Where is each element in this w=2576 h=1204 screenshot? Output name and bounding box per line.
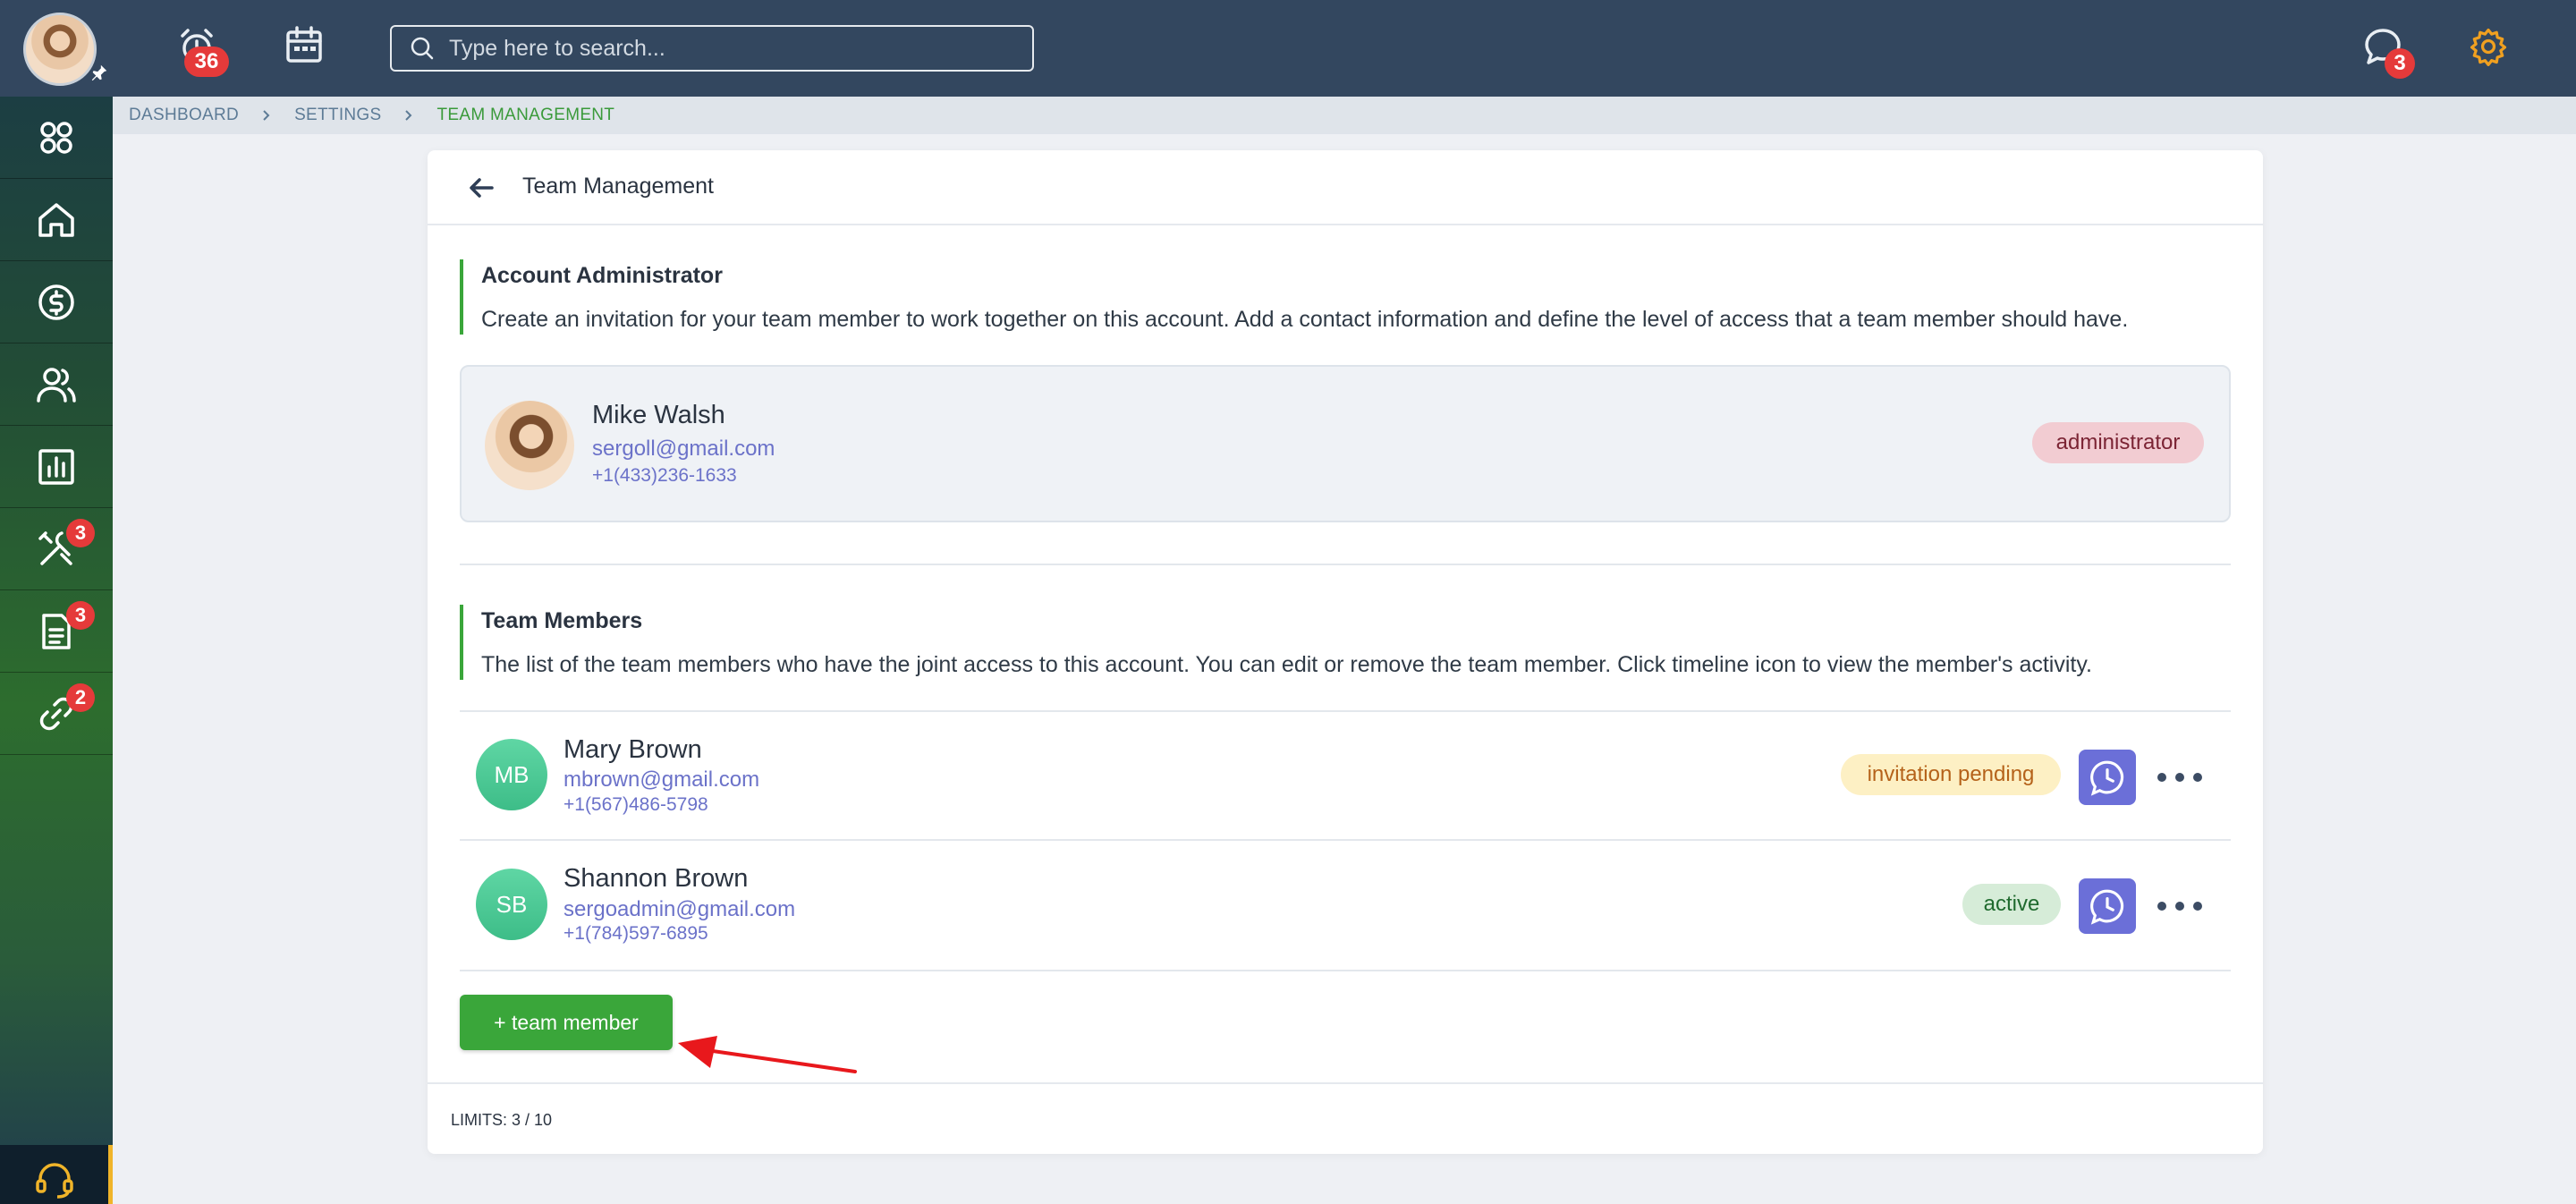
admin-section-header: Account Administrator Create an invitati… [460, 259, 2231, 335]
search-input[interactable] [449, 35, 1004, 62]
home-icon [38, 202, 74, 237]
members-section-header: Team Members The list of the team member… [460, 605, 2231, 680]
top-bar: 36 3 [0, 0, 2576, 97]
messages-button[interactable]: 3 [2361, 25, 2415, 79]
sidebar-item-billing[interactable] [0, 261, 113, 343]
member-initials-avatar: SB [476, 869, 547, 940]
messages-count-badge: 3 [2385, 48, 2415, 79]
section-divider [460, 564, 2231, 565]
admin-phone: +1(433)236-1633 [592, 465, 737, 486]
members-section-description: The list of the team members who have th… [481, 652, 2092, 677]
dollar-icon [38, 284, 74, 320]
links-count-badge: 2 [66, 683, 95, 712]
admin-avatar [485, 401, 574, 490]
users-icon [37, 367, 76, 403]
admin-email[interactable]: sergoll@gmail.com [592, 437, 775, 462]
breadcrumb-team-management: TEAM MANAGEMENT [436, 106, 615, 124]
members-section-title: Team Members [481, 608, 643, 633]
dot-icon [2193, 773, 2202, 782]
limits-text: LIMITS: 3 / 10 [451, 1111, 553, 1129]
members-top-divider [460, 710, 2231, 712]
sidebar-item-tools[interactable]: 3 [0, 508, 113, 590]
user-avatar[interactable] [23, 13, 97, 86]
chevron-right-icon [405, 110, 412, 121]
alerts-count-badge: 36 [184, 47, 229, 77]
sidebar-item-apps[interactable] [0, 97, 113, 179]
more-options-button[interactable] [2157, 764, 2202, 791]
annotation-arrow-icon [678, 1036, 857, 1073]
status-badge: invitation pending [1841, 754, 2061, 795]
admin-name: Mike Walsh [592, 401, 725, 429]
bar-chart-icon [38, 448, 74, 485]
breadcrumb-dashboard[interactable]: DASHBOARD [129, 106, 239, 125]
member-phone: +1(567)486-5798 [564, 794, 708, 815]
search-icon [411, 37, 434, 60]
breadcrumb: DASHBOARD SETTINGS TEAM MANAGEMENT [113, 97, 2576, 134]
settings-button[interactable] [2467, 25, 2513, 72]
card-footer: LIMITS: 3 / 10 [428, 1082, 2263, 1154]
documents-count-badge: 3 [66, 601, 95, 630]
support-button[interactable] [0, 1145, 113, 1204]
admin-card: Mike Walsh sergoll@gmail.com +1(433)236-… [460, 365, 2231, 522]
sidebar-item-home[interactable] [0, 179, 113, 261]
timeline-button[interactable] [2079, 878, 2136, 934]
clock-chat-icon [2090, 889, 2124, 925]
member-name: Shannon Brown [564, 864, 749, 893]
more-options-button[interactable] [2157, 893, 2202, 920]
headset-icon [35, 1163, 73, 1199]
dot-icon [2175, 902, 2184, 911]
clock-chat-icon [2090, 760, 2124, 796]
sidebar: 3 3 2 [0, 97, 113, 1204]
sidebar-item-documents[interactable]: 3 [0, 590, 113, 673]
role-badge: administrator [2032, 422, 2204, 463]
add-team-member-button[interactable]: + team member [460, 995, 673, 1050]
member-initials-avatar: MB [476, 739, 547, 810]
member-email[interactable]: sergoadmin@gmail.com [564, 897, 795, 922]
admin-section-title: Account Administrator [481, 263, 723, 288]
tools-count-badge: 3 [66, 519, 95, 547]
member-name: Mary Brown [564, 735, 702, 764]
timeline-button[interactable] [2079, 750, 2136, 805]
members-bottom-divider [460, 970, 2231, 971]
breadcrumb-settings[interactable]: SETTINGS [294, 106, 381, 125]
card-header: Team Management [428, 150, 2263, 225]
apps-grid-icon [40, 121, 72, 154]
member-row-divider [460, 839, 2231, 841]
sidebar-item-reports[interactable] [0, 426, 113, 508]
chevron-right-icon [263, 110, 270, 121]
member-phone: +1(784)597-6895 [564, 923, 708, 944]
back-arrow-icon[interactable] [465, 172, 497, 204]
pin-icon [91, 64, 107, 81]
dot-icon [2175, 773, 2184, 782]
sidebar-item-users[interactable] [0, 343, 113, 426]
sidebar-item-links[interactable]: 2 [0, 673, 113, 755]
team-management-card: Team Management Account Administrator Cr… [428, 150, 2263, 1154]
alerts-button[interactable]: 36 [175, 23, 229, 77]
status-badge: active [1962, 884, 2061, 925]
calendar-icon [286, 26, 322, 63]
admin-section-description: Create an invitation for your team membe… [481, 307, 2129, 332]
dot-icon [2193, 902, 2202, 911]
page-title: Team Management [522, 174, 715, 199]
dot-icon [2157, 773, 2166, 782]
gear-icon [2470, 28, 2507, 66]
member-email[interactable]: mbrown@gmail.com [564, 767, 759, 793]
dot-icon [2157, 902, 2166, 911]
calendar-button[interactable] [283, 23, 329, 70]
search-box[interactable] [390, 25, 1034, 72]
